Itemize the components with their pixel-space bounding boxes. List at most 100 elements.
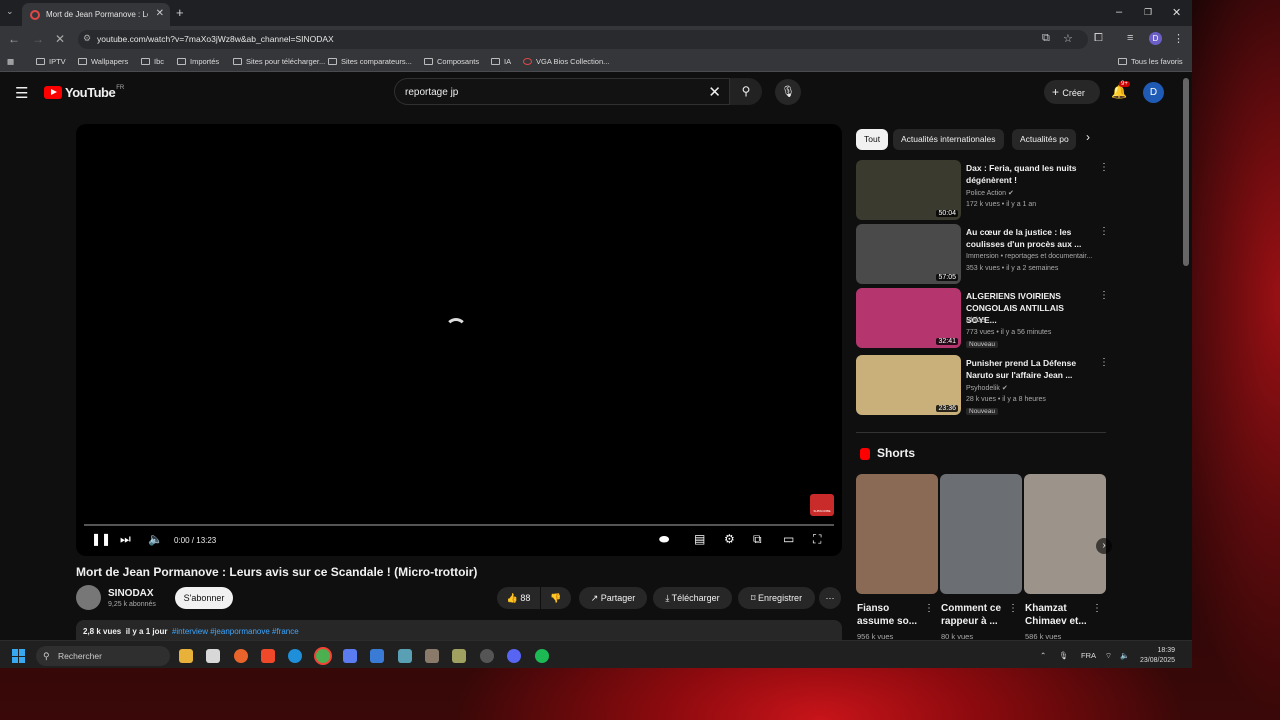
miniplayer-icon[interactable]: ⧉ [753,532,762,547]
tray-mic-icon[interactable]: 🎙 [1059,651,1069,660]
bookmark-iptv[interactable]: IPTV [36,57,66,66]
related-title[interactable]: Dax : Feria, quand les nuits dégénèrent … [966,162,1090,186]
search-input[interactable]: reportage jp ✕ [394,78,730,105]
back-icon[interactable]: ← [8,32,20,46]
page-scrollbar[interactable] [1183,78,1189,266]
video-thumbnail[interactable]: 32:41 [856,288,961,348]
autoplay-toggle-icon[interactable]: ⬬ [659,532,669,547]
video-thumbnail[interactable]: 50:04 [856,160,961,220]
bookmark-ibc[interactable]: Ibc [141,57,164,66]
taskbar-search[interactable]: ⚲ Rechercher [36,646,170,666]
related-video[interactable]: 57:05 Au cœur de la justice : les coulis… [856,224,1114,286]
tab-list-icon[interactable]: ⌄ [6,6,14,17]
tab-close-icon[interactable]: ✕ [156,8,164,19]
browser-tab[interactable]: Mort de Jean Pormanove : Leur ✕ [22,3,170,26]
bookmark-importes[interactable]: Importés [177,57,219,66]
more-options-icon[interactable]: ⋮ [1099,357,1109,368]
store-icon[interactable] [206,649,220,663]
chrome-icon[interactable] [316,649,330,663]
short-title[interactable]: Khamzat Chimaev et... [1025,602,1095,628]
browser-menu-icon[interactable]: ⋮ [1173,32,1184,45]
short-thumbnail[interactable] [940,474,1022,594]
shorts-next-icon[interactable]: › [1096,538,1112,554]
dislike-button[interactable]: 👎 [541,587,571,609]
related-video[interactable]: 50:04 Dax : Feria, quand les nuits dégén… [856,160,1114,222]
short-more-icon[interactable]: ⋮ [1092,603,1102,614]
apps-grid-icon[interactable]: ▦ [7,57,14,66]
more-options-icon[interactable]: ⋮ [1099,162,1109,173]
like-button[interactable]: 👍 88 [497,587,540,609]
related-video[interactable]: 32:41 ALGERIENS IVOIRIENS CONGOLAIS ANTI… [856,288,1114,350]
new-tab-icon[interactable]: + [176,5,184,20]
next-video-icon[interactable]: ⏭ [120,532,131,547]
more-options-icon[interactable]: ⋮ [1099,226,1109,237]
account-avatar[interactable]: D [1143,82,1164,103]
video-player[interactable] [76,124,842,556]
wifi-icon[interactable]: ⌔ [1105,651,1112,661]
theater-mode-icon[interactable]: ▭ [783,532,794,546]
search-button[interactable]: ⚲ [730,78,762,105]
short-more-icon[interactable]: ⋮ [1008,603,1018,614]
video-thumbnail[interactable]: 57:05 [856,224,961,284]
address-bar[interactable]: ⚙ youtube.com/watch?v=7maXo3jWz8w&ab_cha… [78,30,1088,49]
app-icon[interactable] [370,649,384,663]
app-icon[interactable] [480,649,494,663]
app-icon[interactable] [425,649,439,663]
subscribe-button[interactable]: S'abonner [175,587,233,609]
short-thumbnail[interactable] [1024,474,1106,594]
download-button[interactable]: ⤓ Télécharger [653,587,732,609]
maximize-icon[interactable]: ❐ [1144,7,1152,18]
language-indicator[interactable]: FRA [1081,651,1096,660]
bookmark-sites-comparateurs[interactable]: Sites comparateurs... [328,57,412,66]
video-progress-bar[interactable] [84,524,834,526]
short-title[interactable]: Comment ce rappeur à ... [941,602,1011,628]
clear-search-icon[interactable]: ✕ [708,83,721,101]
bookmark-vga-bios[interactable]: VGA Bios Collection... [523,57,609,66]
related-title[interactable]: Au cœur de la justice : les coulisses d'… [966,226,1090,250]
channel-avatar[interactable] [76,585,101,610]
share-button[interactable]: ↗ Partager [579,587,647,609]
taskbar-clock[interactable]: 18:39 23/08/2025 [1140,646,1175,666]
bookmark-ia[interactable]: IA [491,57,511,66]
voice-search-button[interactable]: 🎙 [775,79,801,105]
stop-loading-icon[interactable]: ✕ [55,32,65,46]
browser-profile-avatar[interactable]: D [1149,32,1162,45]
create-button[interactable]: + Créer [1044,80,1100,104]
app-icon[interactable] [398,649,412,663]
close-window-icon[interactable]: ✕ [1172,6,1181,19]
extensions-icon[interactable]: ⧠ [1094,32,1103,45]
short-title[interactable]: Fianso assume so... [857,602,927,628]
chip-political-news[interactable]: Actualités po [1012,129,1076,150]
chip-international-news[interactable]: Actualités internationales [893,129,1004,150]
pause-icon[interactable]: ❚❚ [91,532,111,546]
site-info-icon[interactable]: ⚙ [83,33,91,44]
chip-all[interactable]: Tout [856,129,889,150]
tray-chevron-icon[interactable]: ⌃ [1040,651,1046,660]
all-bookmarks[interactable]: Tous les favoris [1118,57,1183,66]
bookmark-wallpapers[interactable]: Wallpapers [78,57,128,66]
short-more-icon[interactable]: ⋮ [924,603,934,614]
channel-watermark-icon[interactable]: SUBSCRIBE [810,494,834,516]
subtitles-icon[interactable]: ▤ [694,532,705,546]
related-video[interactable]: 23:36 Punisher prend La Défense Naruto s… [856,355,1114,417]
discord-icon[interactable] [507,649,521,663]
copilot-icon[interactable] [343,649,357,663]
app-icon[interactable] [452,649,466,663]
hashtags[interactable]: #interview #jeanpormanove #france [172,627,299,636]
firefox-icon[interactable] [234,649,248,663]
volume-icon[interactable]: 🔈 [148,532,163,546]
save-button[interactable]: ⌑ Enregistrer [738,587,815,609]
windows-start-icon[interactable] [12,649,26,663]
bookmark-composants[interactable]: Composants [424,57,479,66]
minimize-icon[interactable]: – [1116,6,1122,18]
bookmark-sites-telecharger[interactable]: Sites pour télécharger... [233,57,325,66]
youtube-logo[interactable]: YouTube FR [44,85,124,100]
more-actions-icon[interactable]: ⋯ [819,587,841,609]
short-thumbnail[interactable] [856,474,938,594]
more-options-icon[interactable]: ⋮ [1099,290,1109,301]
file-explorer-icon[interactable] [179,649,193,663]
settings-gear-icon[interactable]: ⚙ [724,532,735,546]
forward-icon[interactable]: → [32,32,44,46]
fullscreen-icon[interactable]: ⛶ [813,532,821,547]
related-title[interactable]: Punisher prend La Défense Naruto sur l'a… [966,357,1090,381]
